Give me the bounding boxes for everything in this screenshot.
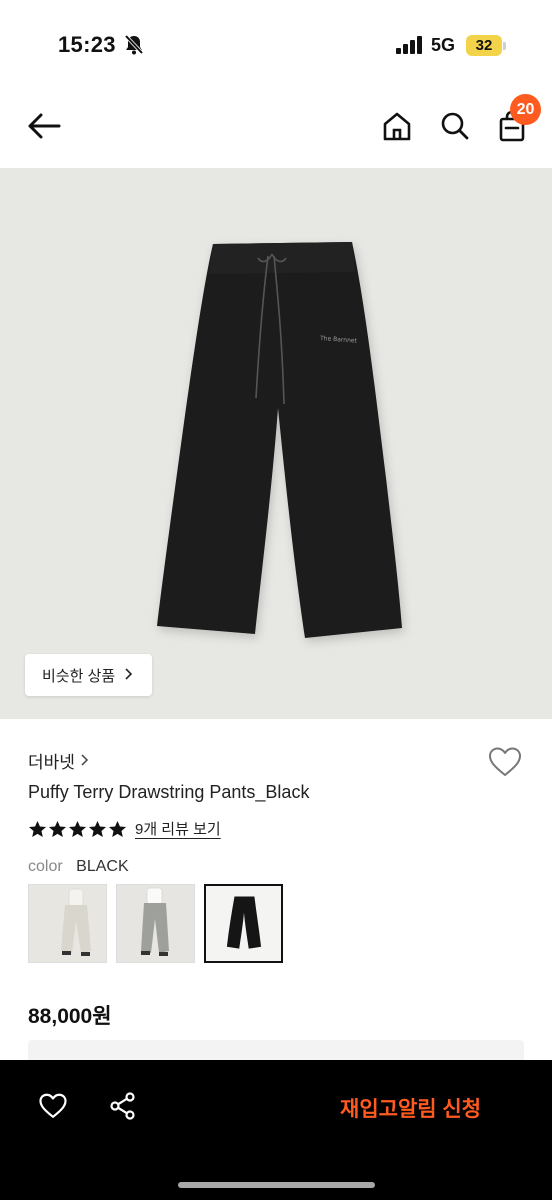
color-label: color [28,858,63,875]
cellular-signal-icon [396,36,424,59]
grey-pants-swatch[interactable] [116,884,195,963]
restock-alert-button[interactable]: 재입고알림 신청 [340,1093,481,1123]
search-icon[interactable] [440,111,470,146]
share-icon[interactable] [109,1092,137,1125]
star-icon [28,820,47,837]
bottom-action-bar [0,1060,552,1200]
star-icon [88,820,107,837]
home-indicator[interactable] [178,1182,375,1188]
similar-products-label: 비슷한 상품 [42,667,116,685]
black-pants-thumbnail [206,886,281,961]
home-icon[interactable] [382,111,412,146]
status-time: 15:23 [58,32,116,57]
battery-cap [503,42,506,50]
black-pants-illustration: The Barnnet [157,242,402,638]
chevron-right-icon [125,667,133,684]
grey-pants-thumbnail [117,885,194,962]
info-panel [28,1040,524,1062]
top-nav [0,90,552,168]
black-pants-swatch[interactable] [204,884,283,963]
network-type: 5G [431,35,456,55]
bell-muted-icon [124,34,144,61]
star-rating [28,820,127,838]
status-bar: 15:23 5G 32 [0,0,552,90]
chevron-right-icon [81,751,89,771]
color-row: color BLACK [28,858,129,876]
product-title: Puffy Terry Drawstring Pants_Black [28,782,310,802]
brand-link[interactable]: 더바넷 [28,748,89,773]
similar-products-button[interactable]: 비슷한 상품 [25,654,152,696]
color-value: BLACK [76,858,129,875]
product-image[interactable]: The Barnnet [0,168,552,719]
star-icon [68,820,87,837]
rating-row: 9개 리뷰 보기 [28,818,221,839]
star-icon [108,820,127,837]
cart-count-badge: 20 [510,94,541,125]
brand-name: 더바넷 [28,753,75,772]
wishlist-heart-icon[interactable] [38,1092,68,1125]
ivory-pants-thumbnail [29,885,106,962]
wishlist-heart-icon[interactable] [487,746,523,783]
back-arrow-icon[interactable] [27,112,61,145]
review-link[interactable]: 9개 리뷰 보기 [135,818,221,839]
ivory-pants-swatch[interactable] [28,884,107,963]
star-icon [48,820,67,837]
color-swatches [28,884,283,963]
battery-indicator: 32 [466,35,502,56]
product-price: 88,000원 [28,1005,112,1028]
